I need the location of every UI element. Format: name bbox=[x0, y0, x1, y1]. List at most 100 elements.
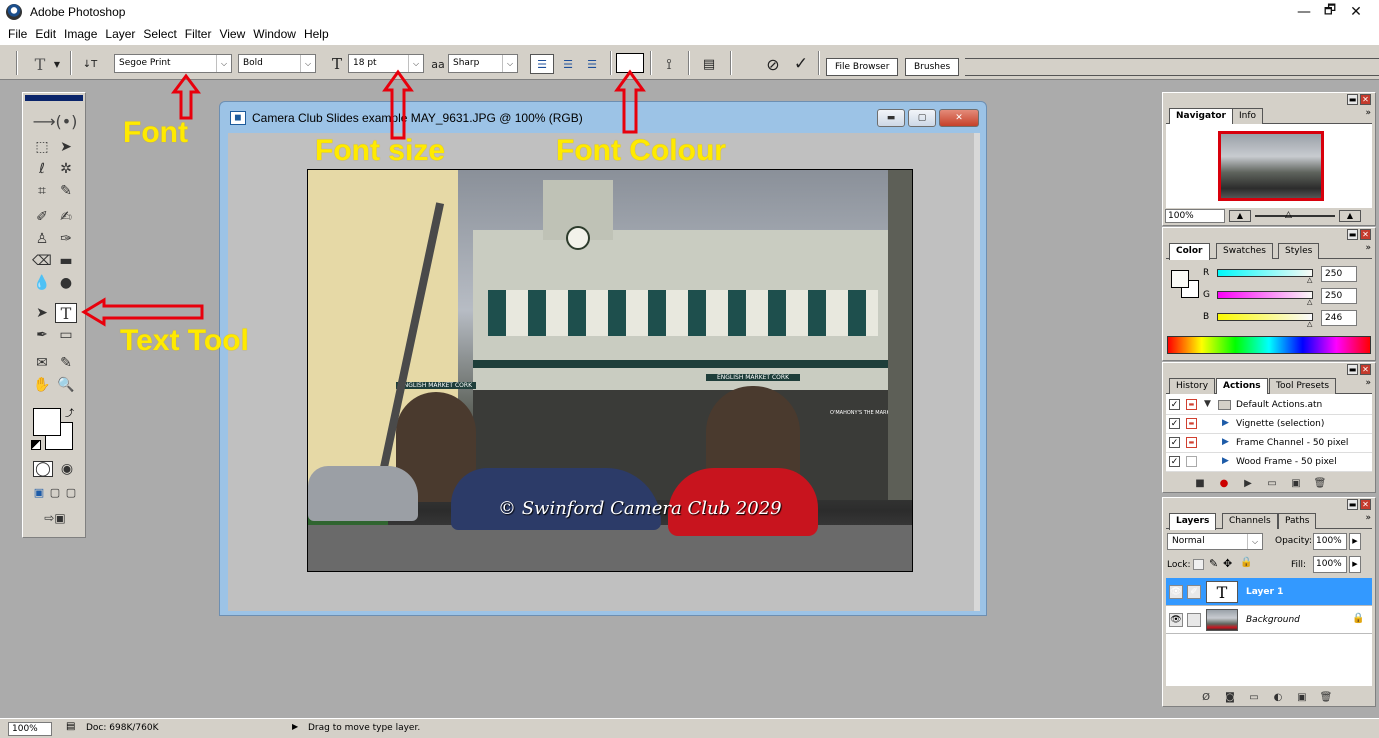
tab-channels[interactable]: Channels bbox=[1222, 513, 1278, 529]
play-triangle-icon[interactable]: ▶ bbox=[1222, 418, 1229, 428]
zoom-slider-handle-icon[interactable]: △ bbox=[1285, 210, 1292, 220]
brush-icon[interactable]: ✐ bbox=[1187, 585, 1201, 599]
fill-value[interactable]: 100% bbox=[1313, 556, 1347, 573]
play-icon[interactable]: ▶ bbox=[1241, 477, 1255, 489]
zoom-in-icon[interactable]: ▲ bbox=[1339, 210, 1361, 222]
list-item[interactable]: ✓ ▶ Wood Frame - 50 pixel bbox=[1166, 453, 1372, 472]
tab-styles[interactable]: Styles bbox=[1278, 243, 1320, 259]
list-item[interactable]: ✓ ▬ ▶ Vignette (selection) bbox=[1166, 415, 1372, 434]
annotation-text-tool: Text Tool bbox=[120, 324, 249, 357]
tab-paths[interactable]: Paths bbox=[1278, 513, 1317, 529]
opacity-value[interactable]: 100% bbox=[1313, 533, 1347, 550]
tab-actions[interactable]: Actions bbox=[1216, 378, 1268, 395]
tab-swatches[interactable]: Swatches bbox=[1216, 243, 1273, 259]
navigator-thumbnail[interactable] bbox=[1218, 131, 1324, 201]
actions-tabs: History Actions Tool Presets bbox=[1166, 377, 1372, 395]
new-set-icon[interactable]: ▭ bbox=[1265, 477, 1279, 489]
layers-list: 👁 ✐ T Layer 1 👁 Background 🔒 bbox=[1166, 578, 1372, 686]
slider-handle-icon[interactable]: △ bbox=[1307, 320, 1312, 328]
stop-icon[interactable]: ■ bbox=[1193, 477, 1207, 489]
color-ramp[interactable] bbox=[1167, 336, 1371, 354]
visibility-eye-icon[interactable]: 👁 bbox=[1169, 585, 1183, 599]
green-channel-slider[interactable] bbox=[1217, 291, 1313, 299]
blend-mode-select[interactable]: Normal ⌵ bbox=[1167, 533, 1263, 550]
panel-menu-icon[interactable]: » bbox=[1365, 108, 1371, 118]
check-icon[interactable]: ✓ bbox=[1169, 399, 1180, 410]
panel-minimize-icon[interactable]: ▬ bbox=[1347, 364, 1358, 375]
red-channel-value[interactable]: 250 bbox=[1321, 266, 1357, 282]
delete-layer-icon[interactable]: 🗑 bbox=[1319, 691, 1333, 703]
expand-icon[interactable]: ▼ bbox=[1204, 399, 1211, 409]
record-icon[interactable]: ● bbox=[1217, 477, 1231, 489]
panel-close-icon[interactable]: ✕ bbox=[1360, 499, 1371, 510]
lock-transparency-icon[interactable] bbox=[1193, 559, 1204, 570]
list-item[interactable]: ✓ ▬ ▼ Default Actions.atn bbox=[1166, 396, 1372, 415]
new-action-icon[interactable]: ▣ bbox=[1289, 477, 1303, 489]
action-label: Frame Channel - 50 pixel bbox=[1236, 438, 1349, 448]
dialog-toggle-icon[interactable]: ▬ bbox=[1186, 418, 1197, 429]
tab-tool-presets[interactable]: Tool Presets bbox=[1269, 378, 1337, 394]
play-triangle-icon[interactable]: ▶ bbox=[1222, 456, 1229, 466]
check-icon[interactable]: ✓ bbox=[1169, 437, 1180, 448]
panel-menu-icon[interactable]: » bbox=[1365, 378, 1371, 388]
layer-name[interactable]: Background bbox=[1246, 615, 1300, 625]
blue-channel-slider[interactable] bbox=[1217, 313, 1313, 321]
panel-title-strip bbox=[1163, 498, 1375, 511]
panel-minimize-icon[interactable]: ▬ bbox=[1347, 229, 1358, 240]
lock-all-icon[interactable]: 🔒 bbox=[1240, 557, 1252, 568]
panel-close-icon[interactable]: ✕ bbox=[1360, 364, 1371, 375]
lock-pixels-icon[interactable]: ✎ bbox=[1209, 557, 1218, 570]
tab-navigator[interactable]: Navigator bbox=[1169, 108, 1233, 125]
zoom-slider[interactable] bbox=[1255, 215, 1335, 217]
play-triangle-icon[interactable]: ▶ bbox=[1222, 437, 1229, 447]
zoom-out-icon[interactable]: ▲ bbox=[1229, 210, 1251, 222]
brush-toggle-icon[interactable] bbox=[1187, 613, 1201, 627]
green-channel-value[interactable]: 250 bbox=[1321, 288, 1357, 304]
status-arrow-icon[interactable]: ▶ bbox=[292, 722, 298, 731]
tab-history[interactable]: History bbox=[1169, 378, 1216, 394]
red-channel-label: R bbox=[1203, 268, 1210, 278]
new-layer-icon[interactable]: ▣ bbox=[1295, 691, 1309, 703]
status-bar: 100% ▤ Doc: 698K/760K ▶ Drag to move typ… bbox=[0, 718, 1379, 738]
slider-handle-icon[interactable]: △ bbox=[1307, 276, 1312, 284]
layer-style-icon[interactable]: Ø bbox=[1199, 691, 1213, 703]
fg-color-chip[interactable] bbox=[1171, 270, 1189, 288]
doc-size-icon[interactable]: ▤ bbox=[66, 721, 75, 732]
layer-mask-icon[interactable]: ◙ bbox=[1223, 691, 1237, 703]
tab-layers[interactable]: Layers bbox=[1169, 513, 1217, 530]
arrow-font bbox=[171, 73, 201, 120]
lock-position-icon[interactable]: ✥ bbox=[1223, 557, 1232, 570]
dialog-toggle-icon[interactable]: ▬ bbox=[1186, 437, 1197, 448]
fill-slider-icon[interactable]: ▶ bbox=[1349, 556, 1361, 573]
slider-handle-icon[interactable]: △ bbox=[1307, 298, 1312, 306]
panel-menu-icon[interactable]: » bbox=[1365, 243, 1371, 253]
layer-row-selected[interactable]: 👁 ✐ T Layer 1 bbox=[1166, 578, 1372, 606]
panel-close-icon[interactable]: ✕ bbox=[1360, 94, 1371, 105]
red-channel-slider[interactable] bbox=[1217, 269, 1313, 277]
list-item[interactable]: ✓ ▬ ▶ Frame Channel - 50 pixel bbox=[1166, 434, 1372, 453]
new-group-icon[interactable]: ▭ bbox=[1247, 691, 1261, 703]
check-icon[interactable]: ✓ bbox=[1169, 456, 1180, 467]
panel-title-strip bbox=[1163, 363, 1375, 376]
layer-name[interactable]: Layer 1 bbox=[1246, 587, 1283, 597]
arrow-font-colour bbox=[614, 69, 646, 134]
panel-menu-icon[interactable]: » bbox=[1365, 513, 1371, 523]
visibility-eye-icon[interactable]: 👁 bbox=[1169, 613, 1183, 627]
dialog-toggle-icon[interactable] bbox=[1186, 456, 1197, 467]
delete-icon[interactable]: 🗑 bbox=[1313, 477, 1327, 489]
panel-minimize-icon[interactable]: ▬ bbox=[1347, 499, 1358, 510]
status-zoom-field[interactable]: 100% bbox=[8, 722, 52, 736]
opacity-slider-icon[interactable]: ▶ bbox=[1349, 533, 1361, 550]
check-icon[interactable]: ✓ bbox=[1169, 418, 1180, 429]
lock-label: Lock: bbox=[1167, 560, 1191, 570]
arrow-font-size bbox=[382, 69, 414, 140]
tab-info[interactable]: Info bbox=[1232, 108, 1264, 124]
panel-close-icon[interactable]: ✕ bbox=[1360, 229, 1371, 240]
blue-channel-value[interactable]: 246 bbox=[1321, 310, 1357, 326]
navigator-zoom-field[interactable]: 100% bbox=[1165, 209, 1225, 223]
layer-row[interactable]: 👁 Background 🔒 bbox=[1166, 606, 1372, 634]
tab-color[interactable]: Color bbox=[1169, 243, 1210, 260]
panel-minimize-icon[interactable]: ▬ bbox=[1347, 94, 1358, 105]
adjustment-layer-icon[interactable]: ◐ bbox=[1271, 691, 1285, 703]
dialog-toggle-icon[interactable]: ▬ bbox=[1186, 399, 1197, 410]
